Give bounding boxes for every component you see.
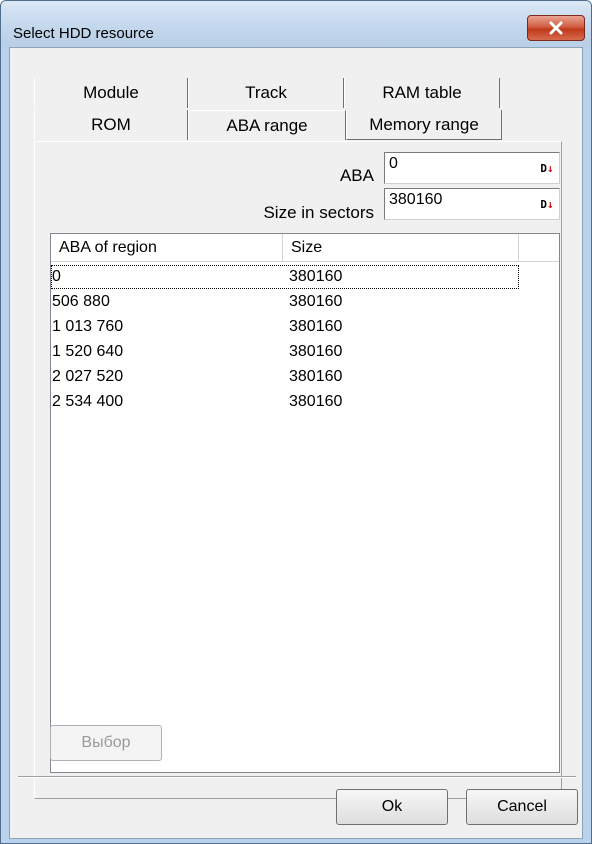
window-title: Select HDD resource [13, 25, 154, 42]
bottom-separator [18, 776, 576, 778]
cell-size: 380160 [289, 293, 343, 310]
tab-row-2: ROM ABA range Memory range [34, 110, 502, 140]
tab-ram-table[interactable]: RAM table [344, 78, 500, 108]
size-in-sectors-value: 380160 [389, 191, 443, 208]
close-button[interactable] [527, 15, 585, 41]
cancel-button[interactable]: Cancel [466, 789, 578, 825]
title-bar[interactable]: Select HDD resource [1, 1, 591, 47]
aba-value: 0 [389, 155, 398, 172]
dropdown-down-arrow-icon: ↓ [547, 161, 554, 175]
list-header: ABA of region Size [51, 234, 559, 262]
ok-button[interactable]: Ok [336, 789, 448, 825]
dropdown-arrow-icon: D [540, 161, 547, 175]
dropdown-arrow-icon: D [540, 197, 547, 211]
tab-track[interactable]: Track [188, 78, 344, 108]
size-in-sectors-label: Size in sectors [263, 203, 374, 222]
tab-row-1: Module Track RAM table [34, 78, 500, 108]
cell-aba-of-region: 1 013 760 [52, 318, 124, 335]
close-icon [549, 21, 563, 35]
table-row[interactable]: 1 520 640 380160 [51, 340, 531, 365]
column-header-aba-of-region[interactable]: ABA of region [51, 234, 283, 262]
cell-aba-of-region: 2 534 400 [52, 393, 124, 410]
aba-input[interactable]: 0 D ↓ [384, 152, 560, 184]
table-row[interactable]: 2 534 400 380160 [51, 390, 531, 415]
aba-region-list[interactable]: ABA of region Size 0 380160 506 880 380160 1… [50, 233, 560, 773]
cell-size: 380160 [289, 368, 343, 385]
cell-aba-of-region: 2 027 520 [52, 368, 124, 385]
size-dropdown-button[interactable]: D ↓ [537, 196, 557, 212]
cell-size: 380160 [289, 268, 343, 285]
tab-aba-range[interactable]: ABA range [188, 110, 346, 140]
tab-rom[interactable]: ROM [34, 110, 188, 140]
tab-memory-range[interactable]: Memory range [346, 110, 502, 140]
aba-dropdown-button[interactable]: D ↓ [537, 160, 557, 176]
dropdown-down-arrow-icon: ↓ [547, 197, 554, 211]
dialog-window: Select HDD resource Module Track RAM tab… [0, 0, 592, 844]
cell-aba-of-region: 0 [51, 265, 519, 289]
table-row[interactable]: 2 027 520 380160 [51, 365, 531, 390]
tab-module[interactable]: Module [34, 78, 188, 108]
cell-aba-of-region: 506 880 [52, 293, 110, 310]
table-row[interactable]: 1 013 760 380160 [51, 315, 531, 340]
select-button[interactable]: Выбор [50, 725, 162, 761]
table-row[interactable]: 506 880 380160 [51, 290, 531, 315]
cell-aba-of-region: 1 520 640 [52, 343, 124, 360]
cell-size: 380160 [289, 343, 343, 360]
size-in-sectors-input[interactable]: 380160 D ↓ [384, 188, 560, 220]
aba-label: ABA [339, 166, 374, 185]
cell-size: 380160 [289, 393, 343, 410]
column-header-size[interactable]: Size [283, 234, 519, 262]
dialog-client-area: Module Track RAM table ROM ABA range Mem… [9, 47, 583, 839]
table-row[interactable]: 0 380160 [51, 265, 531, 290]
cell-size: 380160 [289, 318, 343, 335]
